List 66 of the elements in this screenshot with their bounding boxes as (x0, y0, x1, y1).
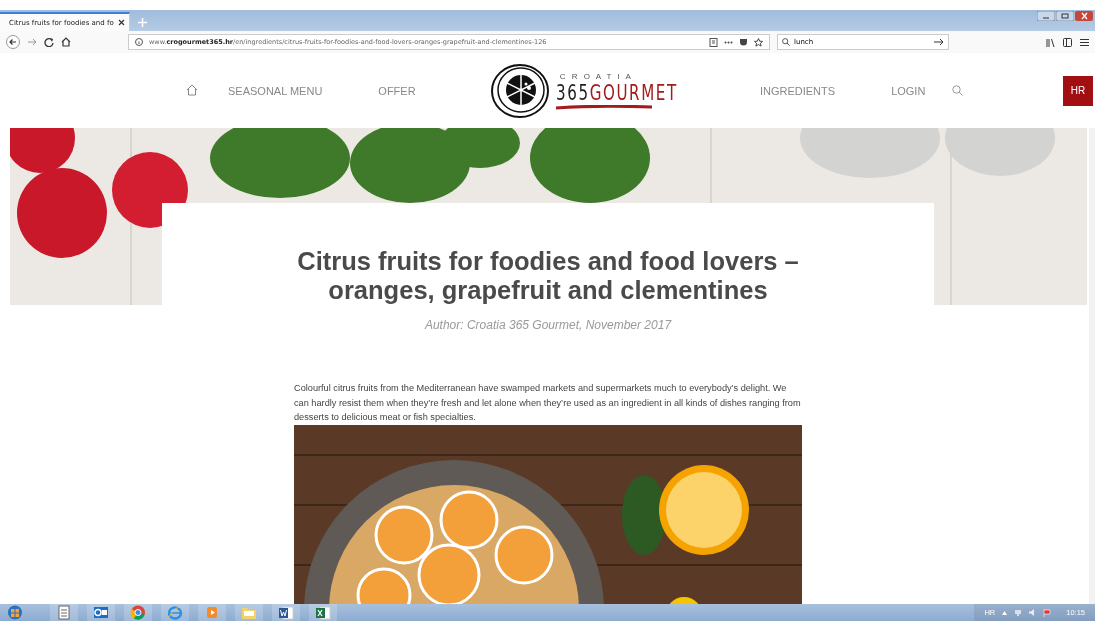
star-button[interactable] (754, 37, 763, 47)
document-icon (56, 605, 72, 620)
media-player-icon (204, 605, 220, 620)
minimize-icon (1037, 11, 1055, 21)
taskbar-button[interactable] (272, 604, 300, 621)
sidebar-icon (1063, 37, 1072, 47)
globe-e-icon (167, 605, 183, 620)
reader-view-icon (709, 37, 718, 47)
reload-button[interactable] (44, 37, 54, 47)
word-document-icon (278, 605, 294, 620)
nav-link[interactable]: SEASONAL MENU (228, 84, 323, 97)
close-icon (1075, 11, 1093, 21)
mail-app-icon (93, 605, 109, 620)
reader-view-button[interactable] (709, 37, 718, 47)
taskbar-button[interactable] (124, 604, 152, 621)
plate-emblem-icon (489, 62, 550, 119)
close-tab-button[interactable] (117, 19, 125, 26)
home-icon (61, 37, 71, 47)
library-button[interactable] (1046, 37, 1055, 47)
site-logo[interactable]: C R O A T I A 365GOURMET (489, 62, 708, 119)
plus-icon (138, 18, 147, 27)
restore-icon (1056, 11, 1074, 21)
start-orb-icon (7, 605, 23, 620)
taskbar-button[interactable] (309, 604, 337, 621)
article-title: Citrus fruits for foodies and food lovers – oranges, grapefruit and clementines (296, 247, 800, 305)
minimize-button[interactable] (1037, 11, 1055, 21)
search-icon (782, 38, 790, 46)
arrow-right-icon (934, 38, 944, 46)
flag-alert-icon (1043, 608, 1052, 617)
taskbar-button[interactable] (87, 604, 115, 621)
nav-link[interactable]: OFFER (378, 84, 416, 97)
shield-button[interactable] (739, 37, 748, 47)
spreadsheet-icon (315, 605, 331, 620)
logo-number: 365 (555, 80, 590, 105)
back-arrow-icon (6, 35, 20, 49)
restore-button[interactable] (1056, 11, 1074, 21)
shield-icon (739, 37, 748, 47)
library-icon (1046, 37, 1055, 47)
forward-button[interactable] (27, 37, 37, 47)
article-intro: Colourful citrus fruits from the Mediterranean have swamped markets and supermarkets much to everybody’s delight. We can hardly resist them when they’re fresh and let alone when they’re used as an ingredient in all kinds of dishes ranging from desserts to delicious meat or fish specialties. (294, 382, 802, 425)
close-icon (117, 19, 125, 26)
logo-wordmark: GOURMET (589, 80, 678, 105)
sidebar-button[interactable] (1063, 37, 1072, 47)
close-window-button[interactable] (1075, 11, 1093, 21)
nav-link[interactable]: LOGIN (891, 84, 926, 97)
browser-icon (130, 605, 146, 620)
taskbar-button[interactable] (50, 604, 78, 621)
folder-icon (241, 605, 257, 620)
show-hidden-icon (1002, 610, 1008, 615)
back-button[interactable] (6, 35, 20, 49)
menu-icon (1080, 37, 1089, 47)
forward-arrow-icon (27, 37, 37, 47)
home-icon (186, 83, 198, 96)
logo-tagline: C R O A T I A (559, 71, 633, 81)
network-icon (1014, 609, 1023, 616)
star-icon (754, 37, 763, 47)
speaker-icon (1029, 609, 1037, 616)
home-link[interactable] (186, 83, 198, 98)
home-button[interactable] (61, 37, 71, 47)
reload-icon (44, 37, 54, 47)
search-icon (952, 85, 964, 96)
search-button[interactable] (952, 85, 964, 96)
article-author: Author: Croatia 365 Gourmet, November 2017 (424, 318, 672, 332)
nav-link[interactable]: INGREDIENTS (759, 84, 836, 97)
menu-button[interactable] (1080, 37, 1089, 47)
language-button[interactable]: HR (1063, 75, 1093, 106)
